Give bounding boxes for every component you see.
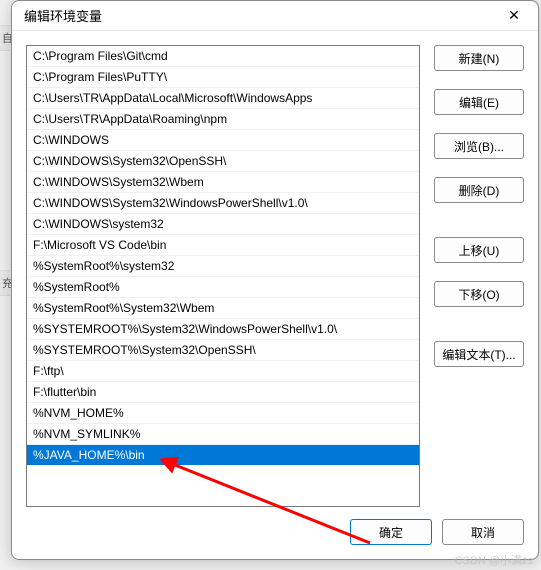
spacer xyxy=(434,164,524,172)
edit-button[interactable]: 编辑(E) xyxy=(434,89,524,115)
path-list-container: C:\Program Files\Git\cmdC:\Program Files… xyxy=(26,45,420,507)
list-item[interactable]: %NVM_HOME% xyxy=(27,403,419,424)
ok-button[interactable]: 确定 xyxy=(350,519,432,545)
dialog-body: C:\Program Files\Git\cmdC:\Program Files… xyxy=(12,31,538,507)
list-item[interactable]: %SystemRoot% xyxy=(27,277,419,298)
list-item[interactable]: F:\ftp\ xyxy=(27,361,419,382)
list-item[interactable]: C:\WINDOWS\system32 xyxy=(27,214,419,235)
new-button[interactable]: 新建(N) xyxy=(434,45,524,71)
cancel-button[interactable]: 取消 xyxy=(442,519,524,545)
list-item[interactable]: %NVM_SYMLINK% xyxy=(27,424,419,445)
list-item[interactable]: C:\WINDOWS\System32\Wbem xyxy=(27,172,419,193)
delete-button[interactable]: 删除(D) xyxy=(434,177,524,203)
list-item[interactable]: C:\Program Files\Git\cmd xyxy=(27,46,419,67)
list-item[interactable]: C:\WINDOWS\System32\WindowsPowerShell\v1… xyxy=(27,193,419,214)
watermark-text: CSDN @小满zs xyxy=(455,552,533,568)
bg-hint: 充 xyxy=(0,270,10,296)
list-item[interactable]: C:\WINDOWS\System32\OpenSSH\ xyxy=(27,151,419,172)
dialog-title: 编辑环境变量 xyxy=(24,6,498,25)
list-item[interactable]: %SYSTEMROOT%\System32\OpenSSH\ xyxy=(27,340,419,361)
spacer xyxy=(434,208,524,232)
list-item[interactable]: %SystemRoot%\System32\Wbem xyxy=(27,298,419,319)
env-var-dialog: 编辑环境变量 ✕ C:\Program Files\Git\cmdC:\Prog… xyxy=(11,0,539,560)
spacer xyxy=(434,76,524,84)
list-item[interactable]: C:\Users\TR\AppData\Roaming\npm xyxy=(27,109,419,130)
side-buttons: 新建(N) 编辑(E) 浏览(B)... 删除(D) 上移(U) 下移(O) 编… xyxy=(434,45,524,507)
spacer xyxy=(434,312,524,336)
list-item[interactable]: %SYSTEMROOT%\System32\WindowsPowerShell\… xyxy=(27,319,419,340)
titlebar: 编辑环境变量 ✕ xyxy=(12,1,538,31)
list-item[interactable]: F:\Microsoft VS Code\bin xyxy=(27,235,419,256)
list-item[interactable]: C:\Program Files\PuTTY\ xyxy=(27,67,419,88)
list-item[interactable]: %SystemRoot%\system32 xyxy=(27,256,419,277)
edittext-button[interactable]: 编辑文本(T)... xyxy=(434,341,524,367)
list-item[interactable]: %JAVA_HOME%\bin xyxy=(27,445,419,466)
movedown-button[interactable]: 下移(O) xyxy=(434,281,524,307)
moveup-button[interactable]: 上移(U) xyxy=(434,237,524,263)
bg-hint: 自 xyxy=(0,25,10,51)
list-item[interactable]: C:\WINDOWS xyxy=(27,130,419,151)
spacer xyxy=(434,268,524,276)
browse-button[interactable]: 浏览(B)... xyxy=(434,133,524,159)
close-icon[interactable]: ✕ xyxy=(498,4,530,28)
list-item[interactable]: F:\flutter\bin xyxy=(27,382,419,403)
list-item[interactable]: C:\Users\TR\AppData\Local\Microsoft\Wind… xyxy=(27,88,419,109)
spacer xyxy=(434,120,524,128)
path-list[interactable]: C:\Program Files\Git\cmdC:\Program Files… xyxy=(27,46,419,506)
